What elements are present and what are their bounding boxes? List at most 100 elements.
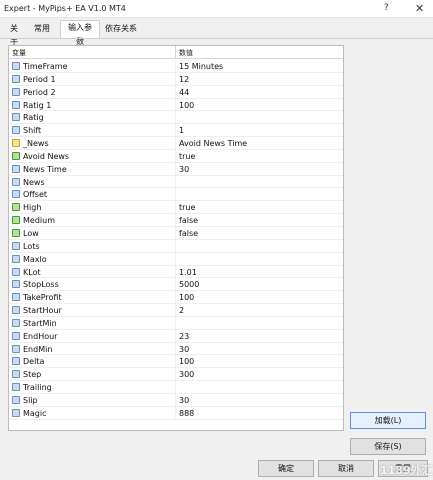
- parameter-name: TakeProfit: [23, 293, 62, 303]
- table-row[interactable]: TakeProfit 100: [9, 291, 343, 305]
- table-row[interactable]: EndMin 30: [9, 342, 343, 356]
- row-separator: [175, 355, 176, 368]
- parameter-value[interactable]: 100: [179, 293, 194, 302]
- row-separator: [175, 98, 176, 111]
- parameter-name: StartMin: [23, 318, 57, 328]
- table-row[interactable]: KLot 1.01: [9, 265, 343, 279]
- tab-inputs[interactable]: 输入参数: [60, 20, 100, 46]
- parameter-value[interactable]: 30: [179, 165, 189, 174]
- parameter-value[interactable]: Avoid News Time: [179, 139, 247, 148]
- parameter-value[interactable]: 30: [179, 396, 189, 405]
- row-separator: [175, 175, 176, 188]
- parameter-value[interactable]: 15 Minutes: [179, 62, 223, 71]
- parameter-value[interactable]: 1: [179, 126, 184, 135]
- num-icon: [12, 241, 20, 250]
- table-row[interactable]: News Time 30: [9, 162, 343, 176]
- window-title: Expert - MyPips+ EA V1.0 MT4: [4, 4, 126, 13]
- parameter-name: Medium: [23, 216, 55, 226]
- row-separator: [175, 316, 176, 329]
- table-row[interactable]: EndHour 23: [9, 329, 343, 343]
- parameter-name: EndHour: [23, 331, 58, 341]
- row-separator: [175, 406, 176, 419]
- parameter-value[interactable]: 44: [179, 88, 189, 97]
- tab-common[interactable]: 常用: [29, 22, 55, 38]
- num-icon: [12, 280, 20, 289]
- grid-header: 变量 数值: [9, 46, 343, 59]
- table-row[interactable]: Low false: [9, 226, 343, 240]
- num-icon: [12, 254, 20, 263]
- parameter-name: TimeFrame: [23, 62, 68, 71]
- table-row[interactable]: StartHour 2: [9, 304, 343, 317]
- row-separator: [175, 214, 176, 226]
- parameter-value[interactable]: 888: [179, 409, 194, 418]
- table-row[interactable]: Lots: [9, 239, 343, 253]
- tab-dependencies[interactable]: 依存关系: [101, 22, 141, 38]
- parameter-value[interactable]: 30: [179, 345, 189, 354]
- column-header-variable[interactable]: 变量: [12, 48, 26, 58]
- ab-icon: [12, 139, 20, 148]
- table-row[interactable]: Medium false: [9, 214, 343, 227]
- save-button[interactable]: 保存(S): [350, 438, 426, 455]
- parameter-name: Period 2: [23, 87, 56, 97]
- table-row[interactable]: High true: [9, 201, 343, 215]
- num-icon: [12, 344, 20, 353]
- parameter-name: Low: [23, 228, 39, 238]
- parameter-value[interactable]: 1.01: [179, 268, 197, 277]
- parameter-value[interactable]: true: [179, 203, 195, 212]
- parameter-value[interactable]: 100: [179, 357, 194, 366]
- parameter-name: Period 1: [23, 74, 56, 84]
- row-separator: [175, 60, 176, 72]
- help-button[interactable]: ?: [384, 3, 389, 13]
- tab-about[interactable]: 关于: [3, 22, 25, 47]
- row-separator: [175, 304, 176, 316]
- cancel-button[interactable]: 取消: [318, 460, 374, 477]
- table-row[interactable]: Period 1 12: [9, 72, 343, 86]
- table-row[interactable]: _News Avoid News Time: [9, 137, 343, 150]
- num-icon: [12, 100, 20, 109]
- parameter-value[interactable]: false: [179, 216, 198, 225]
- parameter-value[interactable]: 23: [179, 332, 189, 341]
- flag-icon: [12, 228, 20, 237]
- parameter-name: Avoid News: [23, 151, 70, 161]
- parameters-grid[interactable]: 变量 数值 TimeFrame 15 Minutes Period 1 12 Perio…: [8, 45, 344, 431]
- table-row[interactable]: Step 300: [9, 368, 343, 382]
- table-row[interactable]: Magic 888: [9, 406, 343, 420]
- num-icon: [12, 408, 20, 417]
- parameter-name: High: [23, 203, 42, 213]
- table-row[interactable]: Shift 1: [9, 124, 343, 138]
- table-row[interactable]: News: [9, 175, 343, 189]
- column-header-value[interactable]: 数值: [179, 48, 193, 58]
- num-icon: [12, 190, 20, 199]
- num-icon: [12, 126, 20, 135]
- table-row[interactable]: TimeFrame 15 Minutes: [9, 60, 343, 73]
- table-row[interactable]: StartMin: [9, 316, 343, 330]
- table-row[interactable]: Delta 100: [9, 355, 343, 369]
- table-row[interactable]: Period 2 44: [9, 85, 343, 99]
- table-row[interactable]: Slip 30: [9, 393, 343, 407]
- num-icon: [12, 267, 20, 276]
- row-separator: [175, 291, 176, 304]
- table-row[interactable]: Maxlo: [9, 252, 343, 266]
- parameter-value[interactable]: 2: [179, 306, 184, 315]
- row-separator: [175, 137, 176, 149]
- parameter-value[interactable]: 100: [179, 101, 194, 110]
- row-separator: [175, 239, 176, 252]
- parameter-value[interactable]: false: [179, 229, 198, 238]
- num-icon: [12, 87, 20, 96]
- parameter-name: Magic: [23, 408, 47, 418]
- table-row[interactable]: Ratig: [9, 111, 343, 125]
- column-separator[interactable]: [175, 46, 176, 59]
- parameter-value[interactable]: 5000: [179, 280, 199, 289]
- ok-button[interactable]: 确定: [258, 460, 314, 477]
- table-row[interactable]: Ratig 1 100: [9, 98, 343, 112]
- table-row[interactable]: Avoid News true: [9, 149, 343, 163]
- parameter-name: EndMin: [23, 344, 53, 354]
- parameter-value[interactable]: 300: [179, 370, 194, 379]
- close-button[interactable]: ✕: [415, 2, 424, 15]
- parameter-value[interactable]: true: [179, 152, 195, 161]
- parameter-value[interactable]: 12: [179, 75, 189, 84]
- table-row[interactable]: Offset: [9, 188, 343, 202]
- load-button[interactable]: 加载(L): [350, 412, 426, 429]
- table-row[interactable]: Trailing: [9, 381, 343, 394]
- table-row[interactable]: StopLoss 5000: [9, 278, 343, 292]
